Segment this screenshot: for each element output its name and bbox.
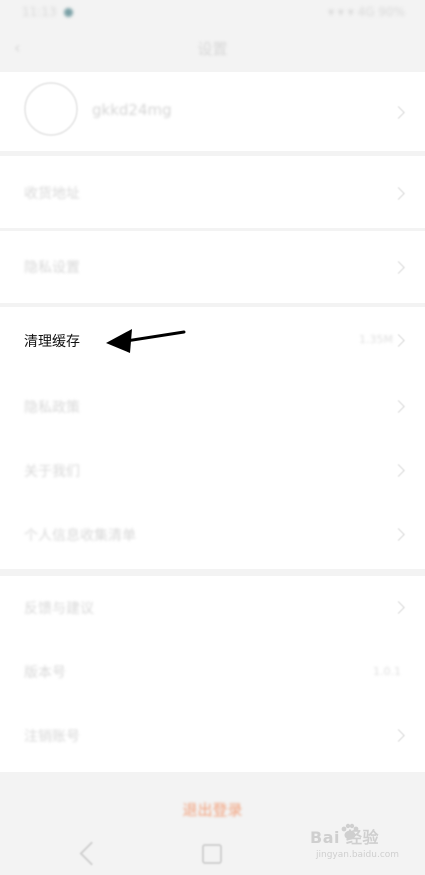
chevron-right-icon (392, 729, 405, 742)
status-time: 11:13 (22, 5, 74, 19)
status-time-text: 11:13 (22, 5, 57, 19)
row-label-about: 关于我们 (24, 464, 80, 480)
row-label-privacy: 隐私设置 (24, 260, 80, 276)
chevron-right-icon (392, 261, 405, 274)
pointer-arrow-icon (106, 329, 186, 353)
settings-row-address[interactable]: 收货地址 (0, 156, 425, 228)
settings-row-about[interactable]: 关于我们 (0, 437, 425, 502)
chevron-right-icon (392, 334, 405, 347)
row-label-feedback: 反馈与建议 (24, 601, 94, 617)
nav-home-icon[interactable] (202, 844, 222, 864)
settings-row-privacy-policy[interactable]: 隐私政策 (0, 372, 425, 437)
status-bar: 11:13 ▾ ▾ ▾ 4G 90% (0, 0, 425, 30)
cache-size-value: 1.35M (359, 333, 393, 346)
watermark-url: jingyan.baidu.com (316, 850, 400, 860)
status-indicators: ▾ ▾ ▾ 4G 90% (328, 5, 405, 19)
chevron-right-icon (392, 464, 405, 477)
settings-group-main: 清理缓存 1.35M 隐私政策 关于我们 个人信息收集清单 (0, 307, 425, 569)
row-label-privacy-policy: 隐私政策 (24, 400, 80, 416)
page-title: 设置 (197, 40, 228, 58)
logout-button[interactable]: 退出登录 (0, 799, 425, 820)
settings-row-deactivate[interactable]: 注销账号 (0, 706, 425, 771)
row-label-version: 版本号 (24, 665, 66, 681)
top-navigation-bar: ‹ 设置 (0, 28, 425, 68)
chevron-right-icon (392, 106, 405, 119)
chevron-right-icon (392, 528, 405, 541)
settings-row-clear-cache[interactable]: 清理缓存 1.35M (0, 307, 425, 372)
row-label-personal-info: 个人信息收集清单 (24, 528, 136, 544)
username: gkkd24mg (92, 101, 172, 119)
row-label-address: 收货地址 (24, 186, 80, 202)
watermark: Bai 经验 jingyan.baidu.com (306, 820, 406, 870)
chevron-right-icon (392, 400, 405, 413)
row-label-deactivate: 注销账号 (24, 729, 80, 745)
nav-back-icon[interactable] (79, 841, 104, 866)
profile-row[interactable]: gkkd24mg (0, 72, 425, 151)
row-label-clear-cache: 清理缓存 (24, 334, 80, 350)
status-dot-icon (64, 8, 74, 17)
settings-row-privacy[interactable]: 隐私设置 (0, 231, 425, 303)
settings-row-personal-info[interactable]: 个人信息收集清单 (0, 502, 425, 567)
settings-group-bottom: 反馈与建议 版本号 1.0.1 注销账号 (0, 576, 425, 772)
chevron-right-icon (392, 187, 405, 200)
chevron-right-icon (392, 601, 405, 614)
avatar (24, 82, 78, 136)
version-value: 1.0.1 (373, 665, 401, 678)
paw-logo-icon (341, 823, 359, 840)
settings-row-version[interactable]: 版本号 1.0.1 (0, 641, 425, 706)
settings-row-feedback[interactable]: 反馈与建议 (0, 576, 425, 641)
